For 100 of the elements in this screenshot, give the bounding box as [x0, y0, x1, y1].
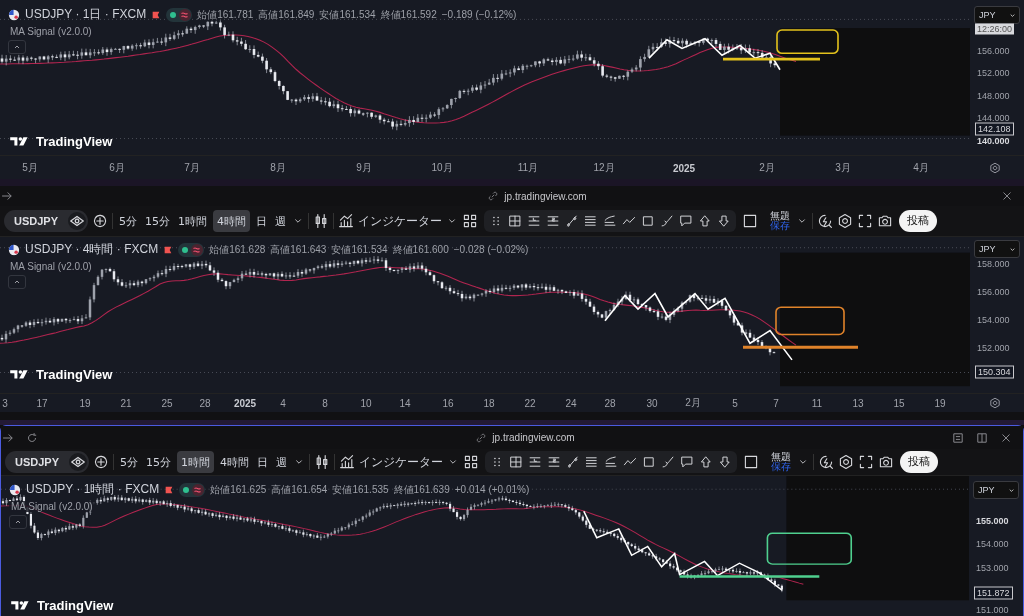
- indicator-label: MA Signal (v2.0.0): [9, 501, 95, 512]
- price-label: 151.000: [975, 604, 1010, 616]
- indicator-label: MA Signal (v2.0.0): [8, 26, 94, 37]
- symbol-search-button[interactable]: USDJPY: [4, 210, 88, 232]
- ohlc-value: 始値161.628: [209, 242, 266, 257]
- post-button[interactable]: 投稿: [900, 451, 938, 473]
- time-label: 7: [773, 397, 779, 409]
- interval-button[interactable]: 4時間: [213, 210, 250, 232]
- price-label: 158.000: [976, 258, 1011, 270]
- time-label: 30: [646, 397, 658, 409]
- time-label: 2月: [685, 396, 701, 410]
- time-label: 22: [524, 397, 536, 409]
- price-label: 144.000: [976, 112, 1011, 124]
- indicator-label: MA Signal (v2.0.0): [8, 261, 94, 272]
- price-change: −0.189 (−0.12%): [441, 9, 517, 20]
- logo-text: TradingView: [36, 134, 113, 149]
- ohlc-value: 安値161.534: [331, 242, 388, 257]
- symbol-title: USDJPY · 4時間 · FXCM: [25, 241, 159, 258]
- indicators-button[interactable]: インジケーター: [359, 453, 443, 471]
- price-label: 154.000: [975, 538, 1010, 550]
- time-label: 25: [161, 397, 173, 409]
- post-button[interactable]: 投稿: [899, 210, 937, 232]
- price-label: 156.000: [976, 45, 1011, 57]
- time-label: 3: [2, 397, 8, 409]
- time-label: 10: [360, 397, 372, 409]
- time-label: 4: [280, 397, 286, 409]
- price-label: 151.872: [974, 586, 1013, 600]
- symbol-title: USDJPY · 1日 · FXCM: [25, 6, 147, 23]
- time-label: 28: [199, 397, 211, 409]
- time-label: 19: [79, 397, 91, 409]
- layout-title[interactable]: 無題: [771, 452, 791, 462]
- logo-text: TradingView: [37, 598, 114, 613]
- ohlc-value: 始値161.781: [197, 7, 254, 22]
- price-label: 153.000: [975, 562, 1010, 574]
- price-change: +0.014 (+0.01%): [454, 484, 530, 495]
- url-text[interactable]: jp.tradingview.com: [492, 432, 575, 443]
- price-label: 148.000: [976, 90, 1011, 102]
- time-label: 9月: [356, 160, 372, 175]
- layout-title[interactable]: 無題: [770, 211, 790, 221]
- ohlc-value: 安値161.534: [319, 7, 376, 22]
- interval-button[interactable]: 5分: [118, 451, 140, 473]
- time-label: 2月: [759, 160, 775, 175]
- time-label: 15: [893, 397, 905, 409]
- interval-button[interactable]: 5分: [117, 210, 139, 232]
- interval-button[interactable]: 週: [273, 210, 288, 232]
- save-link[interactable]: 保存: [770, 221, 790, 231]
- price-label: 150.304: [975, 365, 1014, 379]
- time-label: 2025: [672, 162, 696, 173]
- time-label: 5: [732, 397, 738, 409]
- save-link[interactable]: 保存: [771, 462, 791, 472]
- price-label: 142.108: [975, 122, 1014, 136]
- interval-button[interactable]: 1時間: [177, 451, 214, 473]
- interval-button[interactable]: 4時間: [218, 451, 251, 473]
- ohlc-value: 終値161.639: [393, 482, 450, 497]
- time-label: 10月: [431, 160, 453, 175]
- interval-button[interactable]: 1時間: [176, 210, 209, 232]
- time-label: 11: [811, 397, 823, 409]
- price-label: 152.000: [976, 342, 1011, 354]
- symbol-search-button[interactable]: USDJPY: [5, 451, 89, 473]
- price-label: 12:26:00: [975, 23, 1015, 35]
- time-label: 17: [36, 397, 48, 409]
- ohlc-value: 終値161.592: [380, 7, 437, 22]
- time-label: 2025: [233, 397, 257, 409]
- time-label: 19: [934, 397, 946, 409]
- interval-button[interactable]: 15分: [143, 210, 172, 232]
- time-label: 24: [565, 397, 577, 409]
- time-label: 28: [604, 397, 616, 409]
- time-label: 3月: [835, 160, 851, 175]
- price-label: 140.000: [976, 135, 1011, 147]
- logo-text: TradingView: [36, 367, 113, 382]
- price-label: 154.000: [976, 314, 1011, 326]
- price-label: 156.000: [976, 286, 1011, 298]
- time-label: 8月: [270, 160, 286, 175]
- time-label: 21: [120, 397, 132, 409]
- currency-dropdown[interactable]: JPY: [973, 481, 1019, 499]
- time-label: 7月: [184, 160, 200, 175]
- price-label: 155.000: [975, 515, 1010, 527]
- interval-button[interactable]: 日: [255, 451, 270, 473]
- time-label: 18: [483, 397, 495, 409]
- indicators-button[interactable]: インジケーター: [358, 212, 442, 230]
- interval-button[interactable]: 15分: [144, 451, 173, 473]
- currency-dropdown[interactable]: JPY: [974, 6, 1020, 24]
- time-label: 11月: [517, 160, 539, 175]
- time-label: 16: [442, 397, 454, 409]
- url-text[interactable]: jp.tradingview.com: [504, 190, 587, 202]
- time-label: 12月: [593, 160, 615, 175]
- price-label: 152.000: [976, 67, 1011, 79]
- currency-dropdown[interactable]: JPY: [974, 240, 1020, 258]
- ohlc-value: 高値161.654: [271, 482, 328, 497]
- ohlc-value: 終値161.600: [392, 242, 449, 257]
- ohlc-value: 安値161.535: [332, 482, 389, 497]
- time-label: 5月: [22, 160, 38, 175]
- price-change: −0.028 (−0.02%): [453, 244, 529, 255]
- interval-button[interactable]: 週: [274, 451, 289, 473]
- ohlc-value: 高値161.849: [258, 7, 315, 22]
- time-label: 6月: [109, 160, 125, 175]
- ohlc-value: 始値161.625: [210, 482, 267, 497]
- time-label: 4月: [913, 160, 929, 175]
- interval-button[interactable]: 日: [254, 210, 269, 232]
- ohlc-value: 高値161.643: [270, 242, 327, 257]
